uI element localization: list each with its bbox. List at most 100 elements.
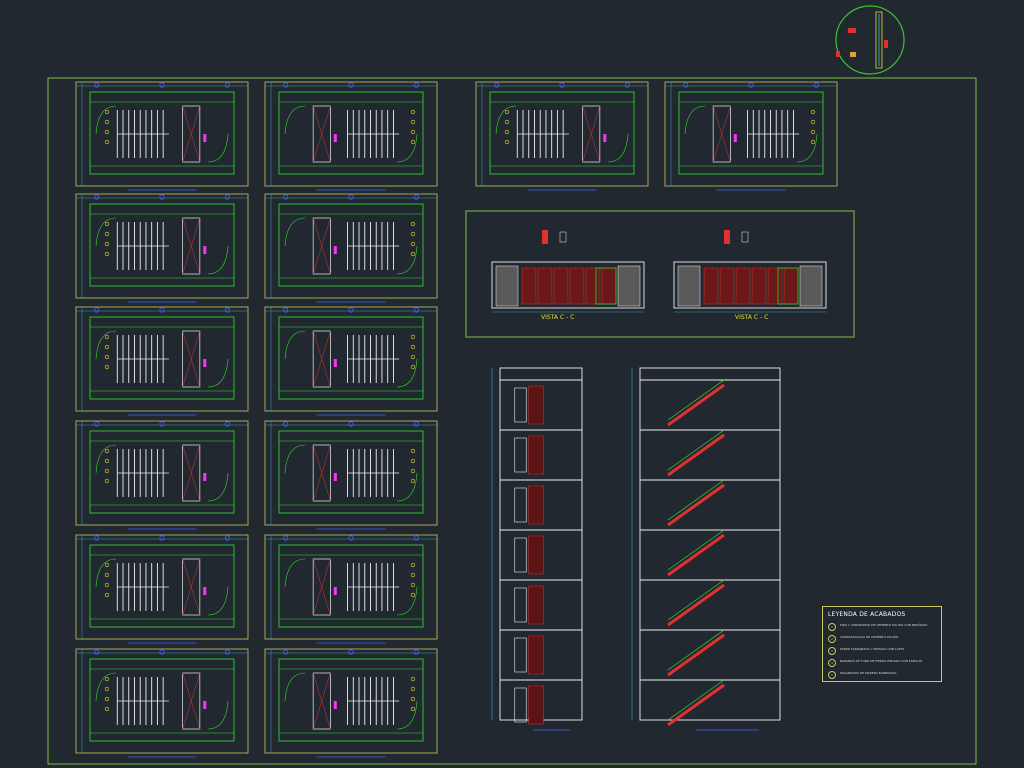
level-marker [410,334,416,340]
marker-block [333,134,337,142]
landing-curve [396,358,418,388]
vista-column-detail [542,230,548,244]
stair-flight [528,685,544,725]
stair-flight [528,635,544,675]
level-marker [410,478,416,484]
marker-block [333,246,337,254]
level-marker [104,139,110,145]
level-marker [410,221,416,227]
landing-curve [284,672,306,702]
axis-marker [348,535,354,541]
axis-marker [94,649,100,655]
stair-flight [528,435,544,475]
landing-curve [207,700,229,730]
legend-item: 2 CONTRAZOCALO DE CEMENTO PULIDO [828,635,936,643]
axis-marker [283,307,289,313]
axis-marker [413,535,419,541]
level-marker [810,129,816,135]
vista-brick [601,267,617,305]
level-marker [104,448,110,454]
level-marker [504,109,510,115]
axis-marker [348,307,354,313]
level-marker [410,468,416,474]
legend-item-number: 1 [828,623,836,631]
level-marker [104,241,110,247]
legend-item: 1 PISO Y CONTRAPISO DE CEMENTO PULIDO CO… [828,623,936,631]
axis-marker [283,649,289,655]
stair-sections [491,367,781,731]
level-marker [410,119,416,125]
axis-marker [283,421,289,427]
axis-marker [413,421,419,427]
legend-panel: LEYENDA DE ACABADOS 1 PISO Y CONTRAPISO … [822,606,942,682]
level-marker [410,676,416,682]
marker-block [203,134,207,142]
level-marker [104,109,110,115]
axis-marker [748,82,754,88]
marker-block [333,473,337,481]
navigation-viewport[interactable] [835,5,905,75]
landing-curve [207,472,229,502]
level-marker [504,129,510,135]
stair-flight [528,535,544,575]
level-marker [410,109,416,115]
axis-marker [94,82,100,88]
handrail [667,629,725,671]
axis-marker [683,82,689,88]
axis-marker [559,82,565,88]
level-marker [104,334,110,340]
level-marker [104,676,110,682]
level-marker [410,696,416,702]
legend-item-text: PASAMANOS DE MADERA BARNIZADA [840,671,897,675]
legend-item-text: CONTRAZOCALO DE CEMENTO PULIDO [840,635,899,639]
legend-item-text: PARED TARRAJEADA Y PINTADA CON LATEX [840,647,905,651]
marker-block [203,587,207,595]
axis-marker [159,307,165,313]
vista-column-detail [724,230,730,244]
level-marker [410,344,416,350]
stair-flight [528,385,544,425]
level-marker [410,562,416,568]
vista-stone [617,265,641,307]
landing-curve [207,586,229,616]
level-marker [410,592,416,598]
landing-curve [284,444,306,474]
axis-marker [94,194,100,200]
level-marker [410,139,416,145]
axis-marker [94,535,100,541]
level-marker [410,129,416,135]
marker-block [333,701,337,709]
legend-item-number: 2 [828,635,836,643]
handrail [667,379,725,421]
level-marker [104,468,110,474]
marker-block [203,246,207,254]
vista-label-right: VISTA C - C [735,314,768,321]
axis-marker [224,307,230,313]
axis-marker [224,82,230,88]
stair-tread-block [514,487,527,523]
level-marker [104,592,110,598]
viewport-mini-block-c [836,51,840,57]
landing-curve [396,245,418,275]
stair-plan-grid [75,81,438,758]
level-marker [104,129,110,135]
landing-curve [796,133,818,163]
stair-flight [667,583,725,627]
level-marker [104,344,110,350]
level-marker [104,696,110,702]
stair-flight [528,485,544,525]
axis-marker [159,535,165,541]
handrail [667,579,725,621]
viewport-mini-block-b [850,52,856,57]
level-marker [104,572,110,578]
axis-marker [413,194,419,200]
level-marker [410,251,416,257]
stair-tread-block [514,437,527,473]
vista-brick [569,267,585,305]
legend-item: 3 PARED TARRAJEADA Y PINTADA CON LATEX [828,647,936,655]
axis-marker [624,82,630,88]
vista-column-detail [741,231,749,243]
vista-stone [677,265,701,307]
vista-brick [521,267,537,305]
vista-stone [495,265,519,307]
